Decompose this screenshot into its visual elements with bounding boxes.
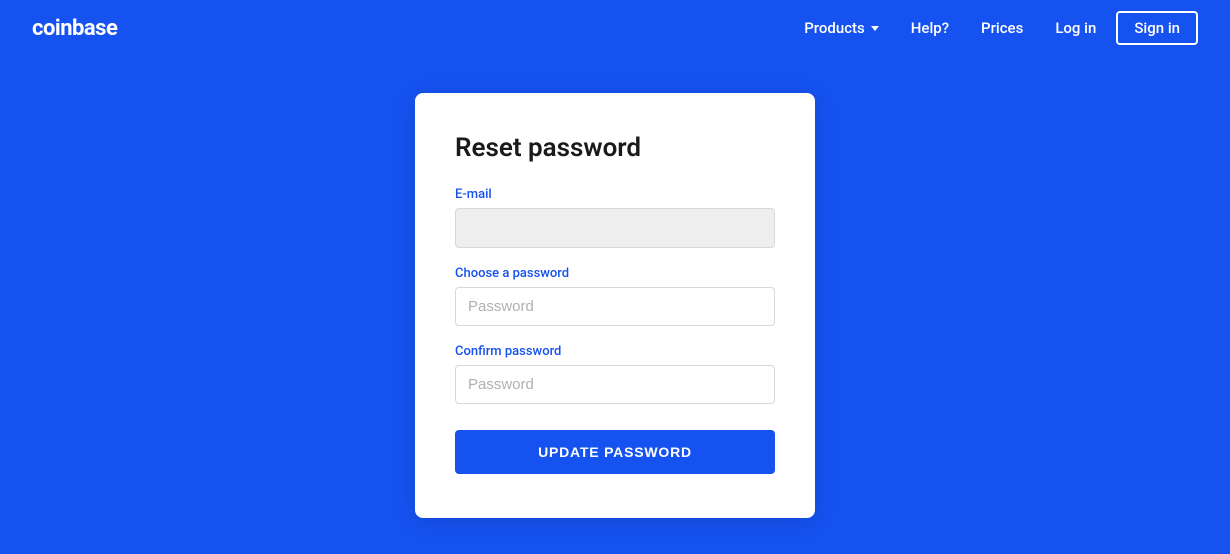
brand-logo: coinbase [32, 16, 117, 41]
nav-login[interactable]: Log in [1043, 13, 1108, 43]
chevron-down-icon [871, 26, 879, 31]
password-field-group: Choose a password [455, 266, 775, 326]
confirm-label: Confirm password [455, 344, 775, 359]
confirm-field-group: Confirm password [455, 344, 775, 404]
main-content: Reset password E-mail Choose a password … [0, 56, 1230, 554]
nav-signin[interactable]: Sign in [1116, 11, 1198, 45]
email-field-group: E-mail [455, 187, 775, 248]
email-display [455, 208, 775, 248]
reset-password-card: Reset password E-mail Choose a password … [415, 93, 815, 518]
password-input[interactable] [455, 287, 775, 326]
navbar-right: Products Help? Prices Log in Sign in [792, 11, 1198, 45]
confirm-password-input[interactable] [455, 365, 775, 404]
nav-products[interactable]: Products [792, 13, 891, 43]
products-label: Products [804, 19, 865, 37]
nav-prices[interactable]: Prices [969, 13, 1035, 43]
password-label: Choose a password [455, 266, 775, 281]
email-label: E-mail [455, 187, 775, 202]
nav-help[interactable]: Help? [899, 13, 961, 43]
update-password-button[interactable]: UPDATE PASSWORD [455, 430, 775, 474]
card-title: Reset password [455, 133, 775, 163]
navbar: coinbase Products Help? Prices Log in Si… [0, 0, 1230, 56]
